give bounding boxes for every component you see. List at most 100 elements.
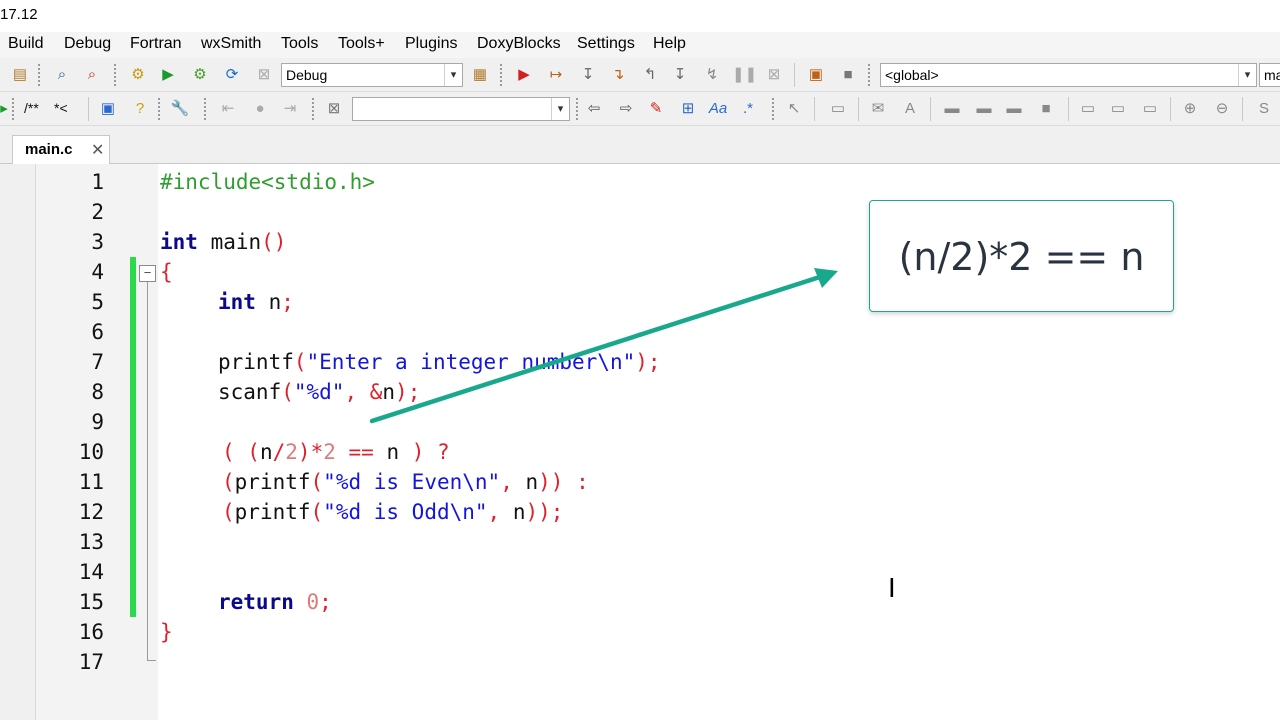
menu-doxyblocks[interactable]: DoxyBlocks — [477, 35, 561, 53]
toolbar-separator — [1068, 97, 1069, 121]
step-into-icon[interactable]: ↴ — [608, 65, 628, 85]
rebuild-icon[interactable]: ⟳ — [222, 65, 242, 85]
identifier: printf — [234, 500, 311, 524]
layout-3-icon[interactable]: ▬ — [1004, 99, 1024, 119]
doxy-wizard-icon[interactable]: ▣ — [98, 99, 118, 119]
operator: ( — [281, 380, 294, 404]
match-case-icon[interactable]: Aa — [708, 99, 728, 119]
operator: ); — [395, 380, 421, 404]
zoom-in-icon[interactable]: ⊕ — [1180, 99, 1200, 119]
run-icon[interactable]: ▸ — [0, 99, 8, 119]
stop-icon[interactable]: ⊠ — [764, 65, 784, 85]
jump-back-icon[interactable]: ⇤ — [218, 99, 238, 119]
bookmark-icon[interactable]: ● — [250, 99, 270, 119]
frame-1-icon[interactable]: ▭ — [1078, 99, 1098, 119]
step-instruction-icon[interactable]: ↯ — [702, 65, 722, 85]
tab-main-c[interactable]: main.c ✕ — [12, 135, 110, 164]
toolbar-separator — [930, 97, 931, 121]
mail-icon[interactable]: ✉ — [868, 99, 888, 119]
text-box-icon[interactable]: A — [900, 99, 920, 119]
line-number: 1 — [91, 170, 104, 194]
menu-fortran[interactable]: Fortran — [130, 35, 182, 53]
menu-tools[interactable]: Tools — [281, 35, 318, 53]
debug-start-icon[interactable]: ▶ — [514, 65, 534, 85]
identifier: n — [386, 440, 400, 464]
doxy-comment-line-button[interactable]: *< — [54, 100, 68, 116]
code-line: int main() — [160, 227, 286, 257]
build-options-icon[interactable]: ▦ — [470, 65, 490, 85]
clear-search-icon[interactable]: ⊠ — [324, 99, 344, 119]
run-icon[interactable]: ▶ — [158, 65, 178, 85]
operator: == — [335, 440, 387, 464]
run-to-cursor-icon[interactable]: ↦ — [546, 65, 566, 85]
pause-icon[interactable]: ❚❚ — [732, 65, 757, 85]
layout-2-icon[interactable]: ▬ — [974, 99, 994, 119]
identifier: n — [512, 500, 526, 524]
layout-1-icon[interactable]: ▬ — [942, 99, 962, 119]
find-icon[interactable]: ⌕ — [52, 65, 72, 85]
operator: ); — [635, 350, 661, 374]
code-line: (printf("%d is Odd\n", n)); — [222, 497, 563, 527]
pointer-icon[interactable]: ↖ — [784, 99, 804, 119]
next-instruction-icon[interactable]: ↧ — [670, 65, 690, 85]
menu-tools-plus[interactable]: Tools+ — [338, 35, 385, 53]
build-gear-icon[interactable]: ⚙ — [128, 65, 148, 85]
paste-icon[interactable]: ▤ — [10, 65, 30, 85]
callout-text: (n/2)*2 == n — [898, 235, 1145, 279]
toolbar-grip — [158, 98, 161, 120]
menu-debug[interactable]: Debug — [64, 35, 111, 53]
scope-select[interactable]: <global> ▾ — [880, 63, 1257, 87]
build-and-run-icon[interactable]: ⚙ — [190, 65, 210, 85]
layout-4-icon[interactable]: ■ — [1036, 99, 1056, 119]
operator: ) ? — [399, 440, 450, 464]
selected-text-icon[interactable]: ⊞ — [678, 99, 698, 119]
build-target-select[interactable]: Debug ▾ — [281, 63, 463, 87]
operator: ; — [281, 290, 294, 314]
menu-help[interactable]: Help — [653, 35, 686, 53]
abort-icon[interactable]: ⊠ — [254, 65, 274, 85]
replace-icon[interactable]: ⌕ — [82, 65, 102, 85]
debug-windows-icon[interactable]: ▣ — [806, 65, 826, 85]
code-line: printf("Enter a integer number\n"); — [218, 347, 661, 377]
menu-build[interactable]: Build — [8, 35, 44, 53]
frame-3-icon[interactable]: ▭ — [1140, 99, 1160, 119]
zoom-out-icon[interactable]: ⊖ — [1212, 99, 1232, 119]
menu-wxsmith[interactable]: wxSmith — [201, 35, 261, 53]
arrow-right-icon[interactable]: ⇨ — [616, 99, 636, 119]
frame-2-icon[interactable]: ▭ — [1108, 99, 1128, 119]
wrench-icon[interactable]: 🔧 — [170, 99, 190, 119]
rectangle-icon[interactable]: ▭ — [828, 99, 848, 119]
number-literal: 2 — [285, 440, 298, 464]
toolbar-grip — [500, 64, 503, 86]
window-title: 17.12 — [0, 6, 38, 23]
close-icon[interactable]: ✕ — [91, 140, 104, 160]
menu-plugins[interactable]: Plugins — [405, 35, 457, 53]
regex-icon[interactable]: .* — [738, 99, 758, 119]
fold-guide — [147, 282, 148, 660]
code-line: { — [160, 257, 173, 287]
doxy-help-icon[interactable]: ? — [130, 99, 150, 119]
menu-settings[interactable]: Settings — [577, 35, 635, 53]
symbol-select[interactable]: ma — [1259, 63, 1280, 87]
toolbar-separator — [1170, 97, 1171, 121]
toolbar-grip — [38, 64, 41, 86]
operator: / — [272, 440, 286, 464]
fold-collapse-icon[interactable]: − — [139, 265, 156, 282]
operator: ( — [310, 470, 324, 494]
highlight-icon[interactable]: ✎ — [646, 99, 666, 119]
brace: { — [160, 260, 173, 284]
jump-forward-icon[interactable]: ⇥ — [280, 99, 300, 119]
toolbar-grip — [312, 98, 315, 120]
menu-bar: Build Debug Fortran wxSmith Tools Tools+… — [0, 32, 1280, 58]
line-number: 3 — [91, 230, 104, 254]
doxy-comment-block-button[interactable]: /** — [24, 100, 39, 116]
line-number: 10 — [78, 440, 104, 464]
script-icon[interactable]: S — [1254, 99, 1274, 119]
next-line-icon[interactable]: ↧ — [578, 65, 598, 85]
secondary-toolbar: ▸ /** *< ▣ ? 🔧 ⇤ ● ⇥ ⊠ ▾ ⇦ ⇨ ✎ ⊞ Aa .* ↖… — [0, 92, 1280, 126]
arrow-left-icon[interactable]: ⇦ — [584, 99, 604, 119]
search-select[interactable]: ▾ — [352, 97, 570, 121]
debug-info-icon[interactable]: ■ — [838, 65, 858, 85]
operator: () — [261, 230, 287, 254]
step-out-icon[interactable]: ↰ — [640, 65, 660, 85]
